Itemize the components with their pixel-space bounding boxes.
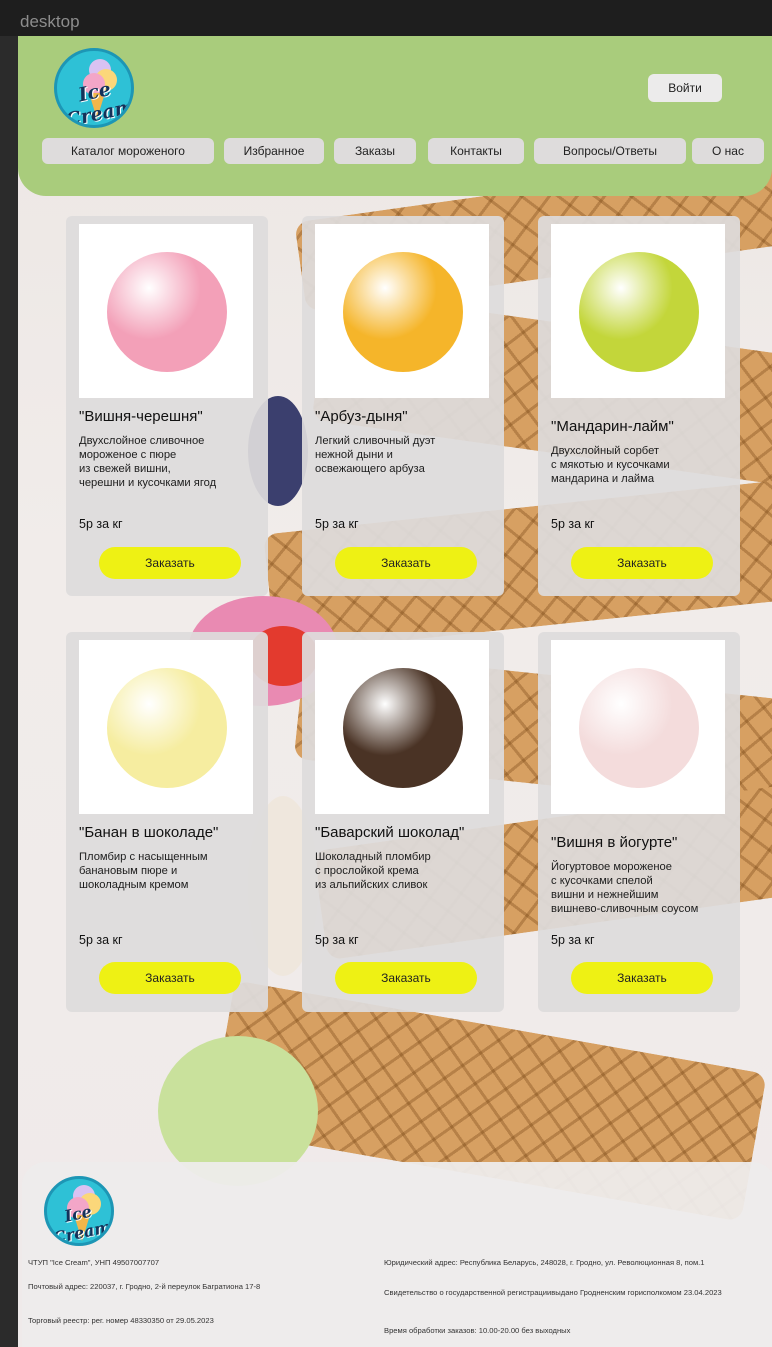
- product-title: "Вишня-черешня": [79, 408, 203, 425]
- product-card: "Баварский шоколад" Шоколадный пломбир с…: [302, 632, 504, 1012]
- order-button[interactable]: Заказать: [335, 962, 477, 994]
- ice-cream-logo-icon[interactable]: Ice Cream: [54, 48, 134, 128]
- product-title: "Баварский шоколад": [315, 824, 465, 841]
- ice-cream-scoop-image: [343, 668, 463, 788]
- footer-company: ЧТУП "Ice Cream", УНП 49507007707: [28, 1258, 160, 1267]
- site-header: Ice Cream Войти Каталог мороженого Избра…: [18, 36, 772, 196]
- ice-cream-scoop-image: [107, 252, 227, 372]
- product-card: "Арбуз-дыня" Легкий сливочный дуэт нежно…: [302, 216, 504, 596]
- footer-hours: Время обработки заказов: 10.00-20.00 без…: [384, 1326, 571, 1335]
- product-price: 5р за кг: [551, 933, 595, 947]
- order-button[interactable]: Заказать: [335, 547, 477, 579]
- product-title: "Банан в шоколаде": [79, 824, 219, 841]
- product-description: Двухслойное сливочное мороженое с пюре и…: [79, 435, 217, 489]
- product-card: "Вишня в йогурте" Йогуртовое мороженое с…: [538, 632, 740, 1012]
- product-description: Йогуртовое мороженое с кусочками спелой …: [551, 861, 699, 915]
- page-frame: Ice Cream Войти Каталог мороженого Избра…: [18, 36, 772, 1347]
- product-photo: [551, 640, 725, 814]
- order-button[interactable]: Заказать: [99, 962, 241, 994]
- product-photo: [315, 224, 489, 398]
- nav-contacts[interactable]: Контакты: [428, 138, 524, 164]
- footer-legal-address: Юридический адрес: Республика Беларусь, …: [384, 1258, 705, 1267]
- product-photo: [551, 224, 725, 398]
- logo-text: Ice Cream: [63, 78, 134, 128]
- ice-cream-scoop-image: [107, 668, 227, 788]
- ice-cream-logo-icon[interactable]: Ice Cream: [44, 1176, 114, 1246]
- product-price: 5р за кг: [315, 933, 359, 947]
- product-title: "Вишня в йогурте": [551, 834, 678, 851]
- footer-postal-address: Почтовый адрес: 220037, г. Гродно, 2-й п…: [28, 1282, 261, 1291]
- nav-faq[interactable]: Вопросы/Ответы: [534, 138, 686, 164]
- product-price: 5р за кг: [551, 517, 595, 531]
- product-description: Легкий сливочный дуэт нежной дыни и осве…: [315, 435, 436, 475]
- order-button[interactable]: Заказать: [99, 547, 241, 579]
- nav-favorites[interactable]: Избранное: [224, 138, 324, 164]
- product-price: 5р за кг: [79, 933, 123, 947]
- nav-about[interactable]: О нас: [692, 138, 764, 164]
- product-card: "Вишня-черешня" Двухслойное сливочное мо…: [66, 216, 268, 596]
- product-photo: [79, 640, 253, 814]
- product-photo: [315, 640, 489, 814]
- product-title: "Мандарин-лайм": [551, 418, 674, 435]
- nav-orders[interactable]: Заказы: [334, 138, 416, 164]
- order-button[interactable]: Заказать: [571, 547, 713, 579]
- ice-cream-scoop-image: [343, 252, 463, 372]
- product-title: "Арбуз-дыня": [315, 408, 408, 425]
- product-card: "Мандарин-лайм" Двухслойный сорбет с мяк…: [538, 216, 740, 596]
- product-photo: [79, 224, 253, 398]
- footer-certificate: Свидетельство о государственной регистра…: [384, 1288, 722, 1297]
- product-price: 5р за кг: [315, 517, 359, 531]
- ice-cream-scoop-image: [579, 252, 699, 372]
- nav-catalog[interactable]: Каталог мороженого: [42, 138, 214, 164]
- frame-label: desktop: [0, 0, 772, 36]
- login-button[interactable]: Войти: [648, 74, 722, 102]
- product-card: "Банан в шоколаде" Пломбир с насыщенным …: [66, 632, 268, 1012]
- product-description: Двухслойный сорбет с мякотью и кусочками…: [551, 445, 670, 485]
- logo-text: Ice Cream: [51, 1201, 113, 1246]
- product-price: 5р за кг: [79, 517, 123, 531]
- footer-registry: Торговый реестр: рег. номер 48330350 от …: [28, 1316, 214, 1325]
- product-description: Пломбир с насыщенным банановым пюре и шо…: [79, 851, 208, 891]
- order-button[interactable]: Заказать: [571, 962, 713, 994]
- product-description: Шоколадный пломбир с прослойкой крема из…: [315, 851, 431, 891]
- ice-cream-scoop-image: [579, 668, 699, 788]
- site-footer: Ice Cream ЧТУП "Ice Cream", УНП 49507007…: [22, 1162, 772, 1347]
